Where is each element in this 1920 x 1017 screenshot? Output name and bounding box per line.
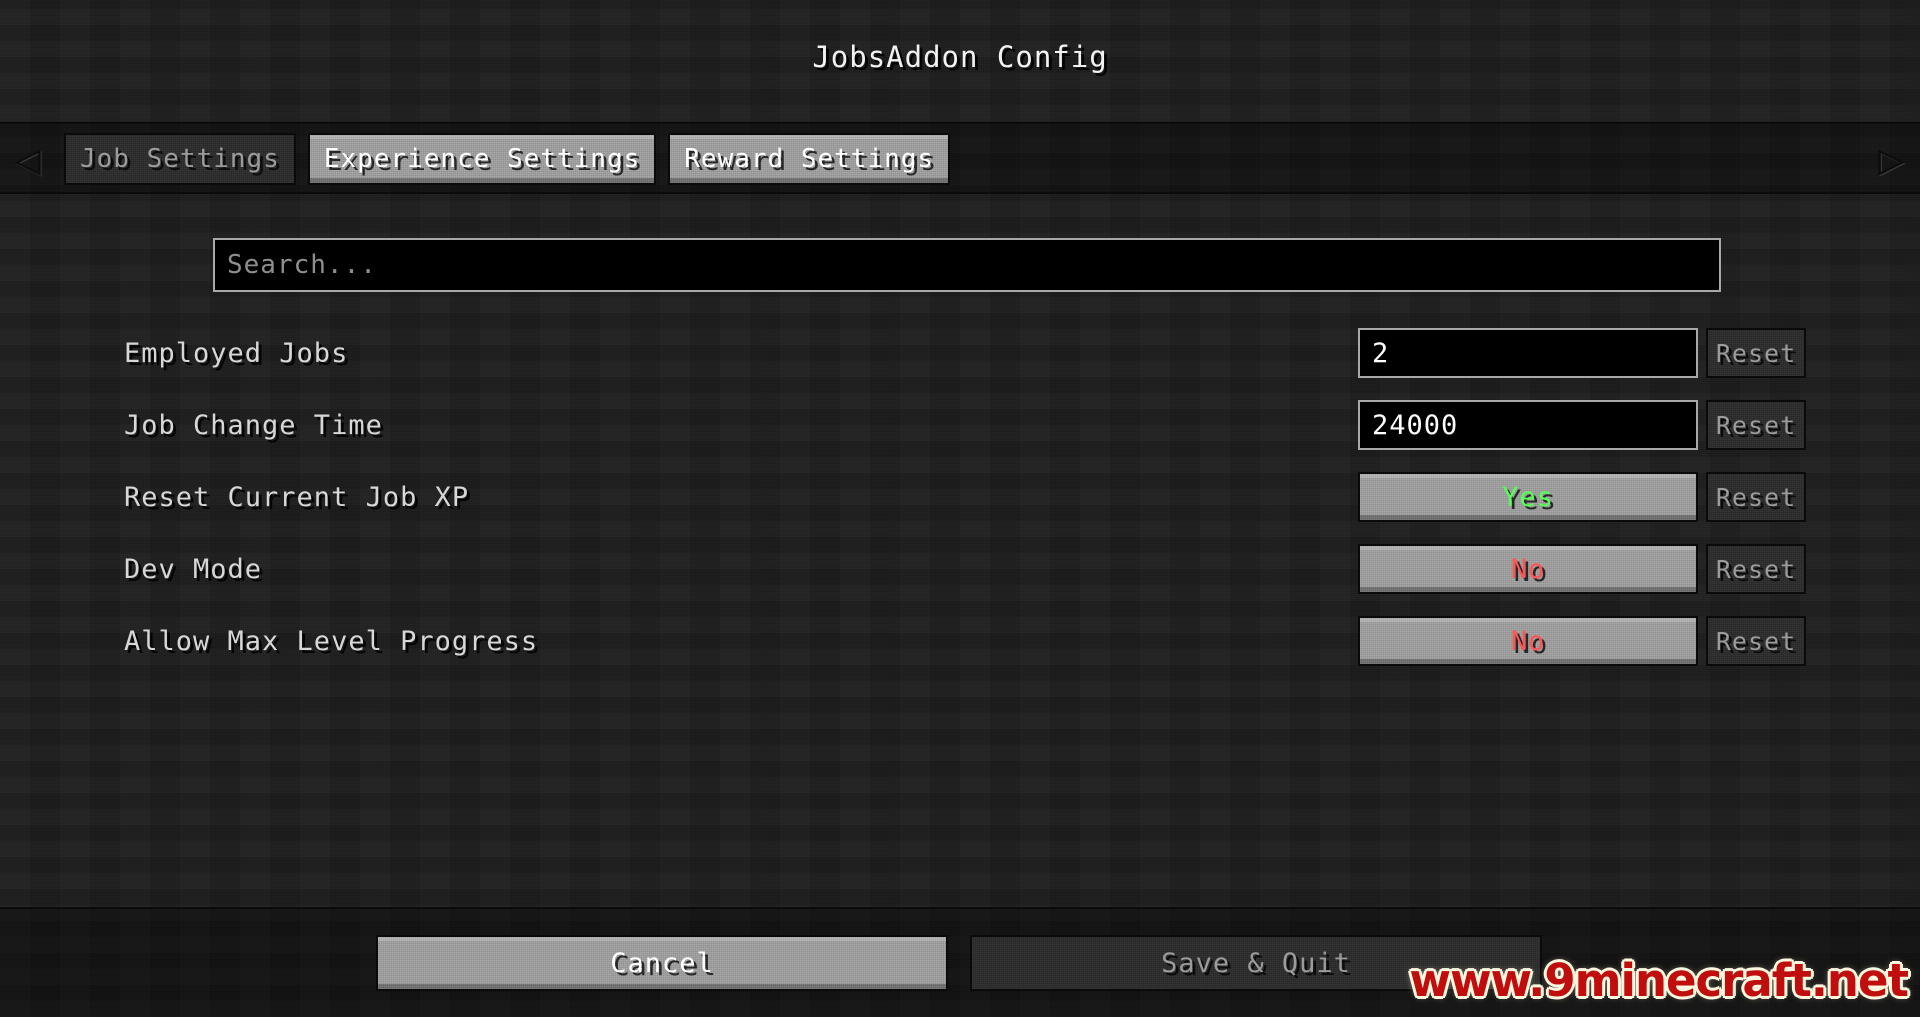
employed-jobs-input[interactable]	[1358, 328, 1698, 378]
config-row-control: Yes	[1358, 472, 1698, 522]
search-input[interactable]	[213, 238, 1721, 292]
allow-max-level-progress-toggle[interactable]: No	[1358, 616, 1698, 666]
reset-button-label: Reset	[1715, 482, 1797, 512]
save-and-quit-button-label: Save & Quit	[1161, 947, 1351, 979]
config-row-label: Allow Max Level Progress	[124, 626, 539, 657]
reset-button[interactable]: Reset	[1706, 472, 1806, 522]
reset-button-label: Reset	[1715, 626, 1797, 656]
config-row-control	[1358, 400, 1698, 450]
jobsaddon-config-screen: JobsAddon Config ◁ Job Settings Experien…	[0, 0, 1920, 1017]
toggle-value-label: No	[1510, 625, 1546, 657]
reset-button[interactable]: Reset	[1706, 544, 1806, 594]
config-row-label: Job Change Time	[124, 410, 383, 441]
tab-experience-settings[interactable]: Experience Settings	[307, 133, 657, 185]
reset-button[interactable]: Reset	[1706, 328, 1806, 378]
config-row-control	[1358, 328, 1698, 378]
config-row: Employed Jobs Reset	[0, 320, 1920, 392]
tab-experience-settings-label: Experience Settings	[323, 144, 641, 174]
cancel-button[interactable]: Cancel	[376, 935, 948, 991]
page-title: JobsAddon Config	[812, 40, 1108, 74]
toggle-value-label: Yes	[1502, 481, 1554, 513]
config-row: Dev Mode No Reset	[0, 536, 1920, 608]
tab-reward-settings-label: Reward Settings	[684, 144, 935, 174]
reset-button[interactable]: Reset	[1706, 400, 1806, 450]
toggle-value-label: No	[1510, 553, 1546, 585]
job-change-time-input[interactable]	[1358, 400, 1698, 450]
tab-list: Job Settings Experience Settings Reward …	[64, 133, 951, 185]
config-row: Allow Max Level Progress No Reset	[0, 608, 1920, 680]
reset-button[interactable]: Reset	[1706, 616, 1806, 666]
reset-button-label: Reset	[1715, 338, 1797, 368]
search-field-wrapper	[213, 238, 1721, 292]
reset-button-label: Reset	[1715, 410, 1797, 440]
tab-bar: ◁ Job Settings Experience Settings Rewar…	[0, 122, 1920, 194]
tab-scroll-right-icon[interactable]: ▷	[1872, 132, 1912, 188]
config-row-label: Employed Jobs	[124, 338, 349, 369]
site-watermark: www.9minecraft.net	[1409, 954, 1909, 1007]
config-row-list: Employed Jobs Reset Job Change Time Rese…	[0, 320, 1920, 680]
tab-scroll-left-icon[interactable]: ◁	[8, 132, 48, 188]
reset-button-label: Reset	[1715, 554, 1797, 584]
tab-job-settings[interactable]: Job Settings	[64, 133, 296, 185]
config-row-label: Dev Mode	[124, 554, 263, 585]
dev-mode-toggle[interactable]: No	[1358, 544, 1698, 594]
config-row-label: Reset Current Job XP	[124, 482, 470, 513]
tab-reward-settings[interactable]: Reward Settings	[668, 133, 951, 185]
config-row-control: No	[1358, 544, 1698, 594]
config-row: Job Change Time Reset	[0, 392, 1920, 464]
config-row: Reset Current Job XP Yes Reset	[0, 464, 1920, 536]
config-row-control: No	[1358, 616, 1698, 666]
cancel-button-label: Cancel	[610, 947, 714, 979]
tab-job-settings-label: Job Settings	[80, 144, 280, 174]
reset-current-job-xp-toggle[interactable]: Yes	[1358, 472, 1698, 522]
